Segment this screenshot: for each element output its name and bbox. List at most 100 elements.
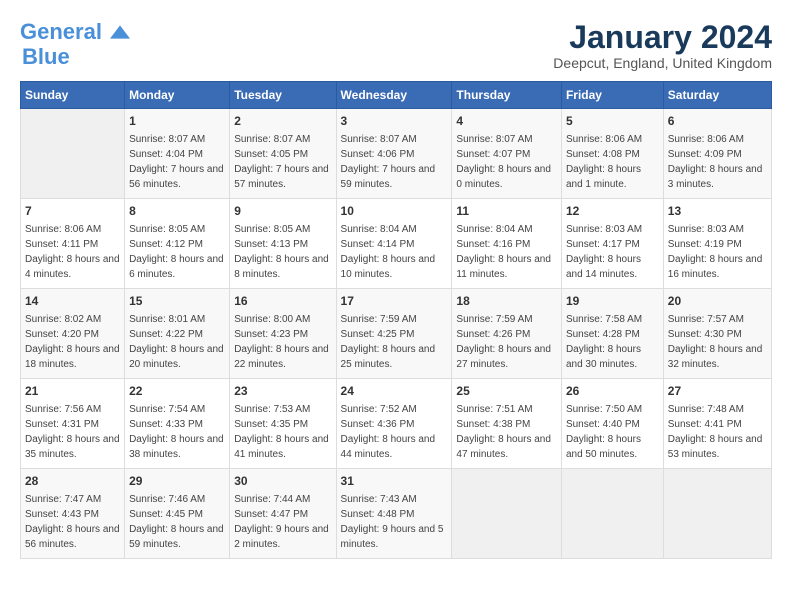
calendar-cell: 14 Sunrise: 8:02 AM Sunset: 4:20 PM Dayl… — [21, 289, 125, 379]
calendar-cell: 22 Sunrise: 7:54 AM Sunset: 4:33 PM Dayl… — [125, 379, 230, 469]
page-header: General Blue January 2024 Deepcut, Engla… — [20, 20, 772, 71]
day-info: Sunrise: 7:46 AM Sunset: 4:45 PM Dayligh… — [129, 492, 225, 552]
day-info: Sunrise: 7:58 AM Sunset: 4:28 PM Dayligh… — [566, 312, 659, 372]
calendar-cell: 28 Sunrise: 7:47 AM Sunset: 4:43 PM Dayl… — [21, 469, 125, 559]
day-number: 15 — [129, 293, 225, 310]
day-info: Sunrise: 8:03 AM Sunset: 4:17 PM Dayligh… — [566, 222, 659, 282]
day-number: 22 — [129, 383, 225, 400]
day-number: 10 — [341, 203, 448, 220]
day-info: Sunrise: 8:07 AM Sunset: 4:05 PM Dayligh… — [234, 132, 331, 192]
day-number: 24 — [341, 383, 448, 400]
day-info: Sunrise: 8:06 AM Sunset: 4:09 PM Dayligh… — [668, 132, 767, 192]
day-number: 29 — [129, 473, 225, 490]
month-title: January 2024 — [553, 20, 772, 55]
calendar-cell: 3 Sunrise: 8:07 AM Sunset: 4:06 PM Dayli… — [336, 109, 452, 199]
calendar-cell: 2 Sunrise: 8:07 AM Sunset: 4:05 PM Dayli… — [230, 109, 336, 199]
calendar-cell: 1 Sunrise: 8:07 AM Sunset: 4:04 PM Dayli… — [125, 109, 230, 199]
day-number: 18 — [456, 293, 557, 310]
calendar-cell: 26 Sunrise: 7:50 AM Sunset: 4:40 PM Dayl… — [561, 379, 663, 469]
day-number: 16 — [234, 293, 331, 310]
day-info: Sunrise: 7:48 AM Sunset: 4:41 PM Dayligh… — [668, 402, 767, 462]
day-number: 30 — [234, 473, 331, 490]
calendar-cell — [663, 469, 771, 559]
day-number: 11 — [456, 203, 557, 220]
day-info: Sunrise: 8:02 AM Sunset: 4:20 PM Dayligh… — [25, 312, 120, 372]
day-number: 8 — [129, 203, 225, 220]
calendar-cell: 11 Sunrise: 8:04 AM Sunset: 4:16 PM Dayl… — [452, 199, 562, 289]
weekday-header-thursday: Thursday — [452, 82, 562, 109]
weekday-header-saturday: Saturday — [663, 82, 771, 109]
calendar-cell: 16 Sunrise: 8:00 AM Sunset: 4:23 PM Dayl… — [230, 289, 336, 379]
day-info: Sunrise: 7:50 AM Sunset: 4:40 PM Dayligh… — [566, 402, 659, 462]
day-info: Sunrise: 8:04 AM Sunset: 4:14 PM Dayligh… — [341, 222, 448, 282]
day-info: Sunrise: 7:51 AM Sunset: 4:38 PM Dayligh… — [456, 402, 557, 462]
logo: General Blue — [20, 20, 130, 70]
calendar-cell: 21 Sunrise: 7:56 AM Sunset: 4:31 PM Dayl… — [21, 379, 125, 469]
calendar-cell: 29 Sunrise: 7:46 AM Sunset: 4:45 PM Dayl… — [125, 469, 230, 559]
logo-text: General — [20, 20, 130, 44]
day-number: 4 — [456, 113, 557, 130]
weekday-header-wednesday: Wednesday — [336, 82, 452, 109]
day-info: Sunrise: 7:59 AM Sunset: 4:26 PM Dayligh… — [456, 312, 557, 372]
day-info: Sunrise: 8:00 AM Sunset: 4:23 PM Dayligh… — [234, 312, 331, 372]
weekday-header-friday: Friday — [561, 82, 663, 109]
calendar-cell: 5 Sunrise: 8:06 AM Sunset: 4:08 PM Dayli… — [561, 109, 663, 199]
calendar-cell — [452, 469, 562, 559]
day-number: 14 — [25, 293, 120, 310]
day-number: 13 — [668, 203, 767, 220]
day-info: Sunrise: 8:04 AM Sunset: 4:16 PM Dayligh… — [456, 222, 557, 282]
day-info: Sunrise: 8:06 AM Sunset: 4:08 PM Dayligh… — [566, 132, 659, 192]
calendar-cell: 31 Sunrise: 7:43 AM Sunset: 4:48 PM Dayl… — [336, 469, 452, 559]
calendar-cell: 23 Sunrise: 7:53 AM Sunset: 4:35 PM Dayl… — [230, 379, 336, 469]
day-info: Sunrise: 7:56 AM Sunset: 4:31 PM Dayligh… — [25, 402, 120, 462]
day-info: Sunrise: 8:05 AM Sunset: 4:12 PM Dayligh… — [129, 222, 225, 282]
calendar-cell: 12 Sunrise: 8:03 AM Sunset: 4:17 PM Dayl… — [561, 199, 663, 289]
day-number: 9 — [234, 203, 331, 220]
day-number: 19 — [566, 293, 659, 310]
logo-blue: Blue — [22, 44, 70, 69]
day-info: Sunrise: 7:44 AM Sunset: 4:47 PM Dayligh… — [234, 492, 331, 552]
location: Deepcut, England, United Kingdom — [553, 55, 772, 71]
calendar-cell: 6 Sunrise: 8:06 AM Sunset: 4:09 PM Dayli… — [663, 109, 771, 199]
day-info: Sunrise: 7:43 AM Sunset: 4:48 PM Dayligh… — [341, 492, 448, 552]
day-number: 3 — [341, 113, 448, 130]
day-number: 17 — [341, 293, 448, 310]
day-number: 6 — [668, 113, 767, 130]
day-info: Sunrise: 7:59 AM Sunset: 4:25 PM Dayligh… — [341, 312, 448, 372]
calendar-cell: 10 Sunrise: 8:04 AM Sunset: 4:14 PM Dayl… — [336, 199, 452, 289]
day-number: 31 — [341, 473, 448, 490]
day-number: 12 — [566, 203, 659, 220]
day-number: 20 — [668, 293, 767, 310]
day-number: 27 — [668, 383, 767, 400]
day-info: Sunrise: 8:07 AM Sunset: 4:04 PM Dayligh… — [129, 132, 225, 192]
calendar-cell — [561, 469, 663, 559]
calendar-cell: 19 Sunrise: 7:58 AM Sunset: 4:28 PM Dayl… — [561, 289, 663, 379]
calendar-cell: 27 Sunrise: 7:48 AM Sunset: 4:41 PM Dayl… — [663, 379, 771, 469]
day-number: 25 — [456, 383, 557, 400]
day-info: Sunrise: 7:52 AM Sunset: 4:36 PM Dayligh… — [341, 402, 448, 462]
day-number: 7 — [25, 203, 120, 220]
calendar-cell: 18 Sunrise: 7:59 AM Sunset: 4:26 PM Dayl… — [452, 289, 562, 379]
calendar-cell: 30 Sunrise: 7:44 AM Sunset: 4:47 PM Dayl… — [230, 469, 336, 559]
day-number: 28 — [25, 473, 120, 490]
day-number: 21 — [25, 383, 120, 400]
calendar-cell: 17 Sunrise: 7:59 AM Sunset: 4:25 PM Dayl… — [336, 289, 452, 379]
calendar-cell: 9 Sunrise: 8:05 AM Sunset: 4:13 PM Dayli… — [230, 199, 336, 289]
calendar-cell: 13 Sunrise: 8:03 AM Sunset: 4:19 PM Dayl… — [663, 199, 771, 289]
calendar-cell — [21, 109, 125, 199]
day-info: Sunrise: 7:57 AM Sunset: 4:30 PM Dayligh… — [668, 312, 767, 372]
day-info: Sunrise: 7:47 AM Sunset: 4:43 PM Dayligh… — [25, 492, 120, 552]
weekday-header-monday: Monday — [125, 82, 230, 109]
calendar-cell: 15 Sunrise: 8:01 AM Sunset: 4:22 PM Dayl… — [125, 289, 230, 379]
day-info: Sunrise: 8:07 AM Sunset: 4:06 PM Dayligh… — [341, 132, 448, 192]
title-section: January 2024 Deepcut, England, United Ki… — [553, 20, 772, 71]
day-number: 1 — [129, 113, 225, 130]
day-info: Sunrise: 7:54 AM Sunset: 4:33 PM Dayligh… — [129, 402, 225, 462]
weekday-header-tuesday: Tuesday — [230, 82, 336, 109]
day-info: Sunrise: 8:01 AM Sunset: 4:22 PM Dayligh… — [129, 312, 225, 372]
calendar-cell: 24 Sunrise: 7:52 AM Sunset: 4:36 PM Dayl… — [336, 379, 452, 469]
day-number: 5 — [566, 113, 659, 130]
calendar-header: SundayMondayTuesdayWednesdayThursdayFrid… — [21, 82, 772, 109]
calendar-cell: 7 Sunrise: 8:06 AM Sunset: 4:11 PM Dayli… — [21, 199, 125, 289]
calendar-table: SundayMondayTuesdayWednesdayThursdayFrid… — [20, 81, 772, 559]
